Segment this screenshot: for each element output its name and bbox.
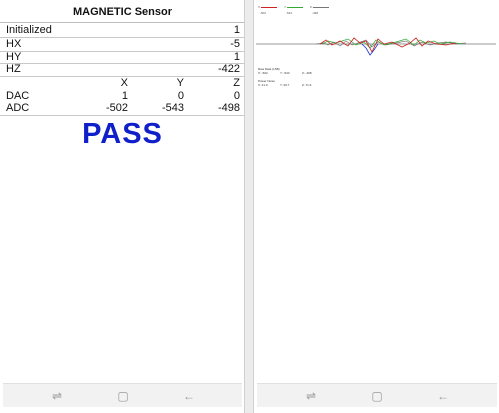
title-divider (0, 22, 244, 23)
result-status: PASS (82, 118, 163, 150)
home-icon[interactable]: ▢ (115, 388, 131, 404)
home-icon[interactable]: ▢ (369, 388, 385, 404)
col-header-y: Y (176, 77, 184, 89)
legend-swatch (261, 7, 277, 8)
row-label: HZ (6, 63, 21, 75)
back-icon[interactable]: ← (181, 388, 197, 404)
legend-item-z: Z: -498 (310, 5, 330, 19)
legend-value: -502 (260, 11, 267, 15)
legend-item-x: X: -502 (258, 5, 278, 19)
navigation-bar: ⇌ ▢ ← (257, 383, 497, 407)
recent-apps-icon[interactable]: ⇌ (303, 388, 319, 404)
legend-value: -498 (312, 11, 319, 15)
chart-legend: X: -502 Y: -543 Z: -498 (258, 5, 348, 19)
adc-row: ADC -502 -543 -498 (6, 102, 240, 115)
raw-data-x: X: -502 (258, 71, 268, 75)
raw-data-y: Y: -543 (280, 71, 290, 75)
adc-label: ADC (6, 102, 30, 114)
adc-z: -498 (217, 102, 240, 114)
row-value: 1 (233, 24, 240, 36)
page-title: MAGNETIC Sensor (72, 6, 172, 18)
adc-y: -543 (161, 102, 184, 114)
adc-x: -502 (105, 102, 128, 114)
series-x-line (319, 37, 457, 53)
row-divider (0, 115, 244, 116)
row-hx: HX -5 (6, 38, 240, 51)
sensor-graph-screen: X: -502 Y: -543 Z: -498 Raw Data (LSB) X… (253, 0, 499, 413)
legend-item-y: Y: -543 (284, 5, 304, 19)
row-label: Initialized (6, 24, 52, 36)
row-label: HX (6, 38, 22, 50)
recent-apps-icon[interactable]: ⇌ (49, 388, 65, 404)
row-value: -422 (217, 63, 240, 75)
col-header-z: Z (233, 77, 240, 89)
power-noise-y: Y: 29.7 (280, 83, 290, 87)
legend-swatch (287, 7, 303, 8)
raw-data-z: Z: -498 (302, 71, 312, 75)
back-icon[interactable]: ← (435, 388, 451, 404)
table-header-row: X Y Z (6, 77, 240, 90)
legend-swatch (313, 7, 329, 8)
screen-divider (245, 0, 253, 413)
sensor-line-plot (256, 37, 496, 56)
col-header-x: X (120, 77, 128, 89)
row-value: -5 (230, 38, 240, 50)
navigation-bar: ⇌ ▢ ← (3, 383, 242, 407)
legend-value: -543 (286, 11, 293, 15)
power-noise-z: Z: 71.9 (302, 83, 312, 87)
row-hz: HZ -422 (6, 63, 240, 76)
magnetic-sensor-screen: MAGNETIC Sensor Initialized 1 HX -5 HY 1… (0, 0, 245, 413)
row-initialized: Initialized 1 (6, 24, 240, 37)
power-noise-x: X: 41.9 (258, 83, 268, 87)
series-blue-line (361, 43, 379, 56)
